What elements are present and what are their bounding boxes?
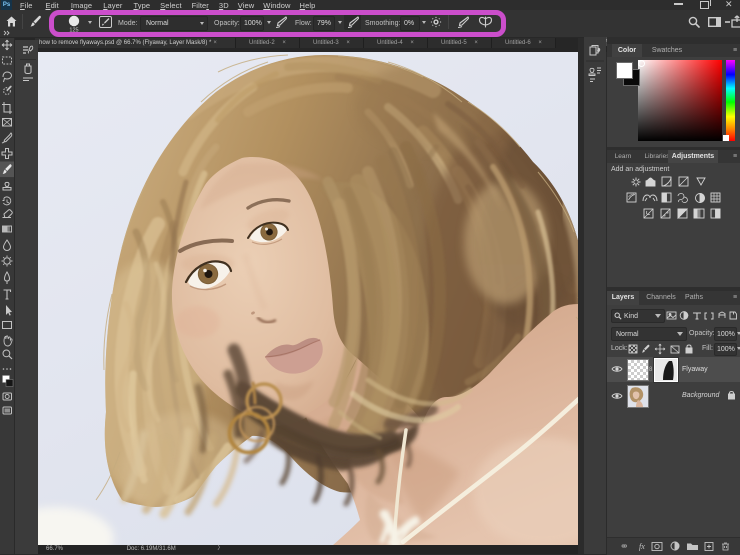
svg-text:fx: fx [639,542,645,551]
